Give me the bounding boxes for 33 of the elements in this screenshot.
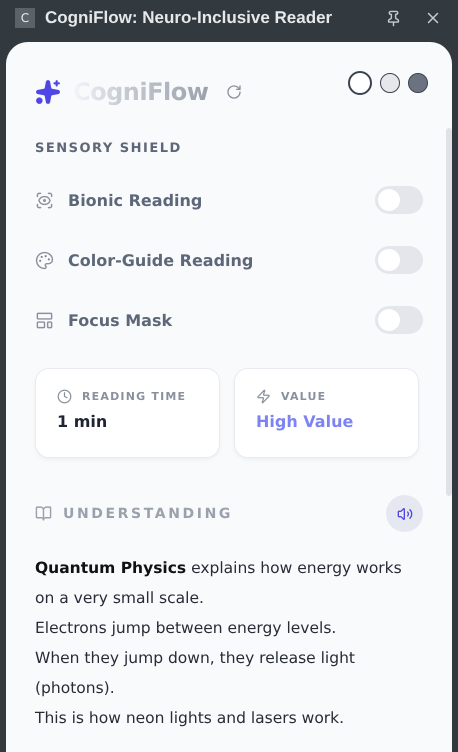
toggle-label: Focus Mask [68,310,174,330]
app-icon: C [15,8,35,28]
stat-label: VALUE [281,390,326,403]
book-icon [35,505,52,522]
stat-value: High Value [256,412,354,431]
sparkle-icon [35,79,61,105]
toggle-label: Color-Guide Reading [68,250,254,270]
layout-icon [35,310,54,330]
speaker-button[interactable] [386,495,423,532]
section-heading: SENSORY SHIELD [35,141,183,156]
toggle-label: Bionic Reading [68,190,204,210]
eye-icon [35,190,54,210]
pin-icon [385,10,402,26]
stat-value: 1 min [57,412,108,431]
toggle-switch[interactable] [375,186,423,214]
theme-swatch[interactable] [380,73,400,93]
explanation-text: This is how neon lights and lasers work. [35,708,346,729]
scrollbar[interactable] [446,128,452,496]
speaker-icon [396,506,412,522]
window-title: CogniFlow: Neuro-Inclusive Reader [45,8,334,28]
explanation-text: Quantum Physics explains how energy works on a very small scale. [35,558,403,609]
reset-icon [226,84,242,100]
stat-label: READING TIME [82,390,186,403]
clock-icon [57,389,72,404]
toggle-switch[interactable] [375,246,423,274]
explanation-text: When they jump down, they release light (photons). [35,648,356,699]
theme-swatch[interactable] [408,73,428,93]
lightning-icon [256,389,271,404]
palette-icon [35,250,54,270]
toggle-switch[interactable] [375,306,423,334]
explanation-text: Electrons jump between energy levels. [35,618,338,639]
theme-swatch[interactable] [348,71,372,95]
section-heading: UNDERSTANDING [63,506,234,522]
